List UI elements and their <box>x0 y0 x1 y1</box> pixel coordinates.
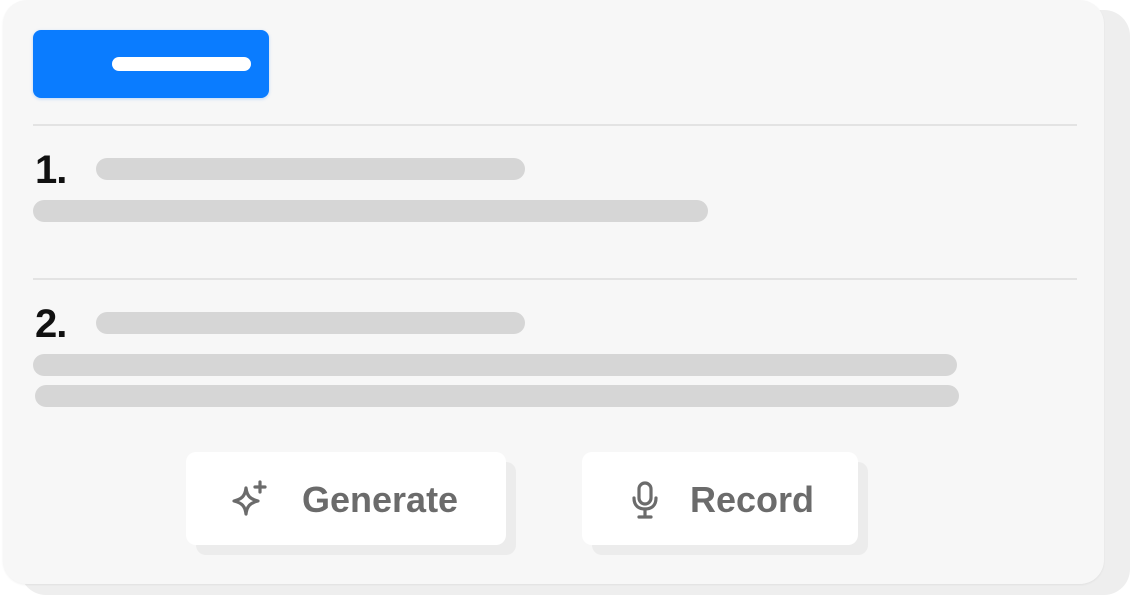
sparkle-icon <box>232 480 267 516</box>
list-item-number: 1. <box>35 148 67 192</box>
generate-button[interactable]: Generate <box>186 452 506 545</box>
item-text-placeholder <box>33 354 957 376</box>
record-button-label: Record <box>690 479 815 520</box>
item-text-placeholder <box>35 385 959 407</box>
item-text-placeholder <box>33 200 708 222</box>
divider <box>33 278 1077 280</box>
microphone-icon <box>632 481 658 519</box>
item-title-placeholder <box>96 312 525 334</box>
item-title-placeholder <box>96 158 525 180</box>
button-label-placeholder <box>112 57 251 71</box>
generate-button-label: Generate <box>302 479 459 520</box>
editor-card: 1. 2. Generate Record <box>3 0 1104 584</box>
list-item-number: 2. <box>35 302 67 346</box>
record-button[interactable]: Record <box>582 452 858 545</box>
primary-action-button[interactable] <box>33 30 269 98</box>
divider <box>33 124 1077 126</box>
